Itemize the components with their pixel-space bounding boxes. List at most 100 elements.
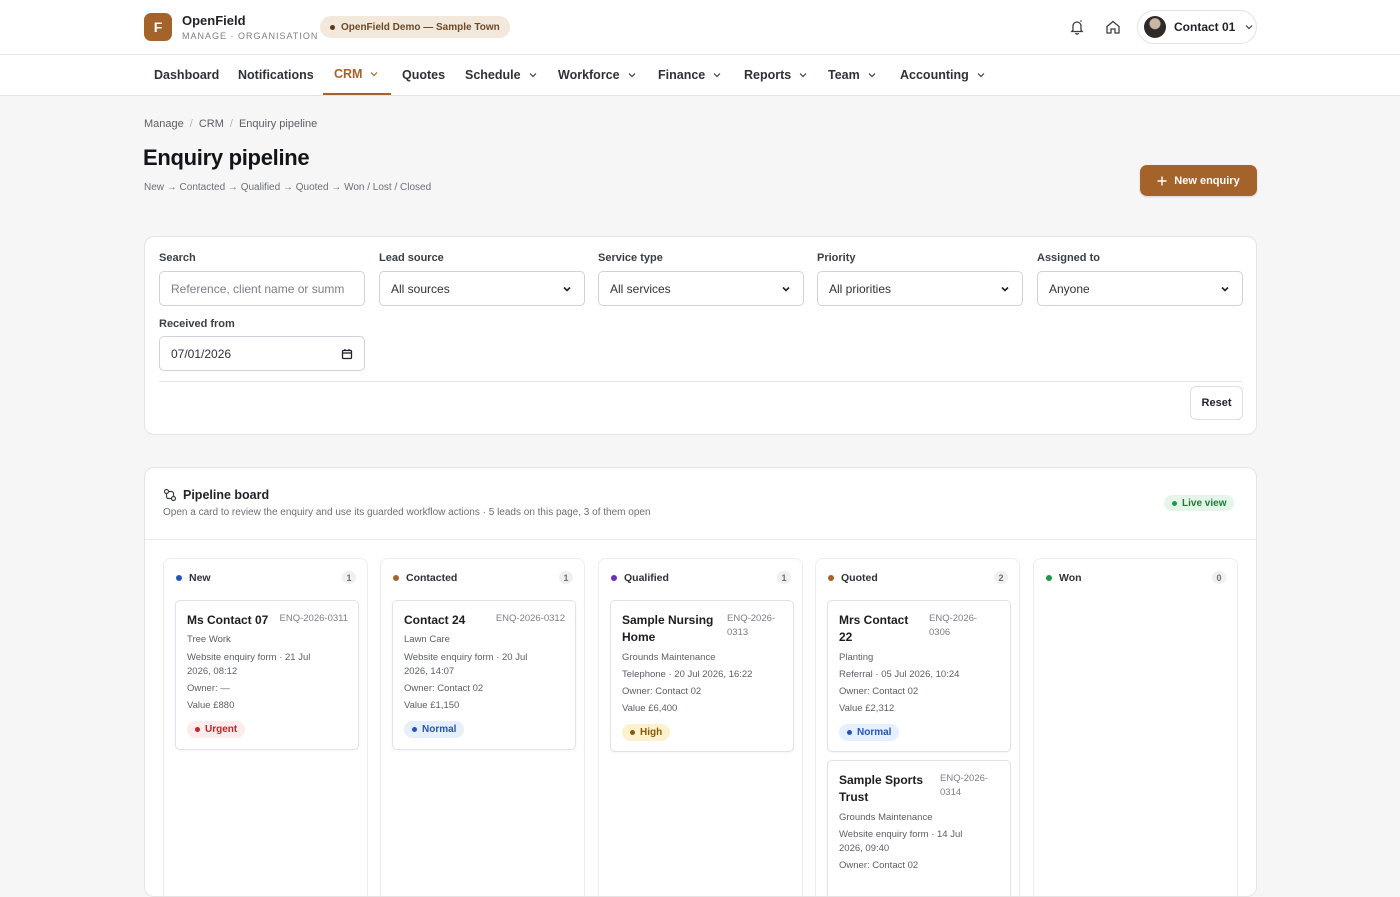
card-client-name: Contact 24 (404, 613, 466, 627)
nav-label: Schedule (465, 68, 521, 82)
column-name: Contacted (406, 572, 458, 584)
card-client-name: Sample Nursing Home (622, 612, 713, 646)
status-dot (393, 575, 399, 581)
card-client-name: Sample Sports Trust (839, 772, 923, 806)
nav-label: Team (828, 68, 860, 82)
card-source: Telephone · 20 Jul 2026, 16:22 (622, 669, 753, 680)
calendar-icon[interactable] (341, 348, 353, 360)
priority-badge: Urgent (187, 721, 246, 738)
card-client-name-line1: Sample Sports (839, 773, 924, 787)
priority-dot (847, 730, 852, 735)
priority-dot (630, 730, 635, 735)
nav-notifications[interactable]: Notifications (238, 55, 314, 95)
org-dot (330, 24, 335, 30)
column-count: 1 (559, 571, 573, 584)
column-name: Qualified (624, 572, 669, 584)
main-nav: Dashboard Notifications CRM Quotes Sched… (0, 55, 1400, 96)
card-owner: Owner: Contact 02 (839, 686, 919, 697)
priority-dot (195, 727, 200, 732)
nav-team[interactable]: Team (828, 55, 878, 95)
card-owner: Owner: Contact 02 (622, 686, 702, 697)
received-from-date-input[interactable]: 07/01/2026 (159, 336, 365, 371)
card-service: Planting (839, 652, 874, 663)
enquiry-card[interactable]: Sample Nursing Home ENQ-2026- 0313 Grounds… (610, 600, 794, 752)
board-title: Pipeline board (183, 488, 270, 502)
live-view-label: Live view (1182, 497, 1227, 509)
column-quoted: Quoted 2 Mrs Contact 22 ENQ-2026- 0306 Pla… (815, 558, 1020, 896)
breadcrumb: Manage / CRM / Enquiry pipeline (144, 118, 317, 130)
priority-label: Normal (422, 724, 457, 735)
organisation-pill[interactable]: OpenField Demo — Sample Town (320, 16, 510, 38)
bell-icon[interactable] (1067, 17, 1087, 37)
service-type-select[interactable]: All services (598, 271, 804, 306)
enquiry-card[interactable]: Mrs Contact 22 ENQ-2026- 0306 Planting Ref… (827, 600, 1011, 752)
card-client-name: Ms Contact 07 (187, 613, 269, 627)
chevron-down-icon (713, 73, 721, 78)
plus-icon (1157, 176, 1167, 185)
brand-logo[interactable]: F (144, 13, 172, 41)
card-source: Referral · 05 Jul 2026, 10:24 (839, 669, 960, 680)
card-client-name-line1: Mrs Contact (839, 613, 909, 627)
card-client-name: Mrs Contact 22 (839, 612, 908, 646)
nav-reports[interactable]: Reports (744, 55, 809, 95)
card-reference: ENQ-2026-0311 (279, 613, 348, 624)
nav-crm[interactable]: CRM (323, 55, 392, 95)
lead-source-value: All sources (391, 281, 450, 296)
enquiry-card[interactable]: Sample Sports Trust ENQ-2026- 0314 Grounds… (827, 760, 1011, 896)
reset-button[interactable]: Reset (1190, 386, 1243, 420)
card-source: Website enquiry form · 20 Jul (404, 652, 528, 663)
card-value: Value £6,400 (622, 703, 678, 714)
nav-label: CRM (334, 67, 363, 81)
card-owner: Owner: — (187, 683, 230, 694)
assigned-to-select[interactable]: Anyone (1037, 271, 1243, 306)
live-view-badge: Live view (1164, 495, 1235, 511)
card-reference-line1: ENQ-2026- (727, 613, 776, 624)
home-icon[interactable] (1103, 17, 1123, 37)
breadcrumb-separator: / (189, 118, 193, 130)
column-count: 1 (777, 571, 791, 584)
lead-source-label: Lead source (379, 252, 444, 264)
nav-workforce[interactable]: Workforce (558, 55, 638, 95)
lead-source-select[interactable]: All sources (379, 271, 585, 306)
top-bar: F OpenField MANAGE · ORGANISATION OpenFi… (0, 0, 1400, 55)
nav-finance[interactable]: Finance (658, 55, 723, 95)
breadcrumb-crm[interactable]: CRM (199, 118, 224, 130)
priority-badge: Normal (839, 724, 900, 741)
column-header: Quoted (828, 572, 878, 584)
chevron-down-icon (868, 73, 876, 78)
card-value: Value £880 (187, 700, 235, 711)
card-source-date: 2026, 08:12 (187, 666, 238, 677)
column-qualified: Qualified 1 Sample Nursing Home ENQ-2026-… (598, 558, 803, 896)
pipeline-board: Pipeline board Open a card to review the… (144, 467, 1257, 897)
nav-schedule[interactable]: Schedule (465, 55, 539, 95)
pipeline-flow: New → Contacted → Qualified → Quoted → W… (144, 182, 432, 193)
chevron-down-icon (371, 72, 378, 77)
column-count: 0 (1212, 571, 1226, 584)
search-input[interactable]: Reference, client name or summ (159, 271, 365, 306)
card-reference: ENQ-2026- 0306 (929, 612, 977, 640)
avatar (1144, 16, 1166, 38)
card-client-name-line2: Home (622, 630, 656, 644)
card-client-name-line2: 22 (839, 630, 853, 644)
nav-label: Reports (744, 68, 792, 82)
enquiry-card[interactable]: Ms Contact 07 ENQ-2026-0311 Tree Work We… (175, 600, 359, 750)
breadcrumb-manage[interactable]: Manage (144, 118, 184, 130)
new-enquiry-button[interactable]: New enquiry (1140, 165, 1257, 196)
enquiry-card[interactable]: Contact 24 ENQ-2026-0312 Lawn Care Websi… (392, 600, 576, 750)
priority-dot (412, 727, 417, 732)
filters-divider (159, 381, 1242, 382)
priority-badge: High (622, 724, 671, 741)
status-dot (611, 575, 617, 581)
nav-quotes[interactable]: Quotes (402, 55, 445, 95)
card-client-name-line1: Sample Nursing (622, 613, 714, 627)
board-divider (145, 539, 1256, 540)
priority-select[interactable]: All priorities (817, 271, 1023, 306)
status-dot (1046, 575, 1052, 581)
brand-subtitle: MANAGE · ORGANISATION (182, 31, 319, 41)
user-menu-button[interactable]: Contact 01 (1137, 10, 1257, 44)
card-client-name-line2: Trust (839, 790, 869, 804)
nav-label: Dashboard (154, 68, 220, 82)
nav-dashboard[interactable]: Dashboard (154, 55, 219, 95)
nav-accounting[interactable]: Accounting (900, 55, 987, 95)
user-name: Contact 01 (1174, 20, 1236, 34)
